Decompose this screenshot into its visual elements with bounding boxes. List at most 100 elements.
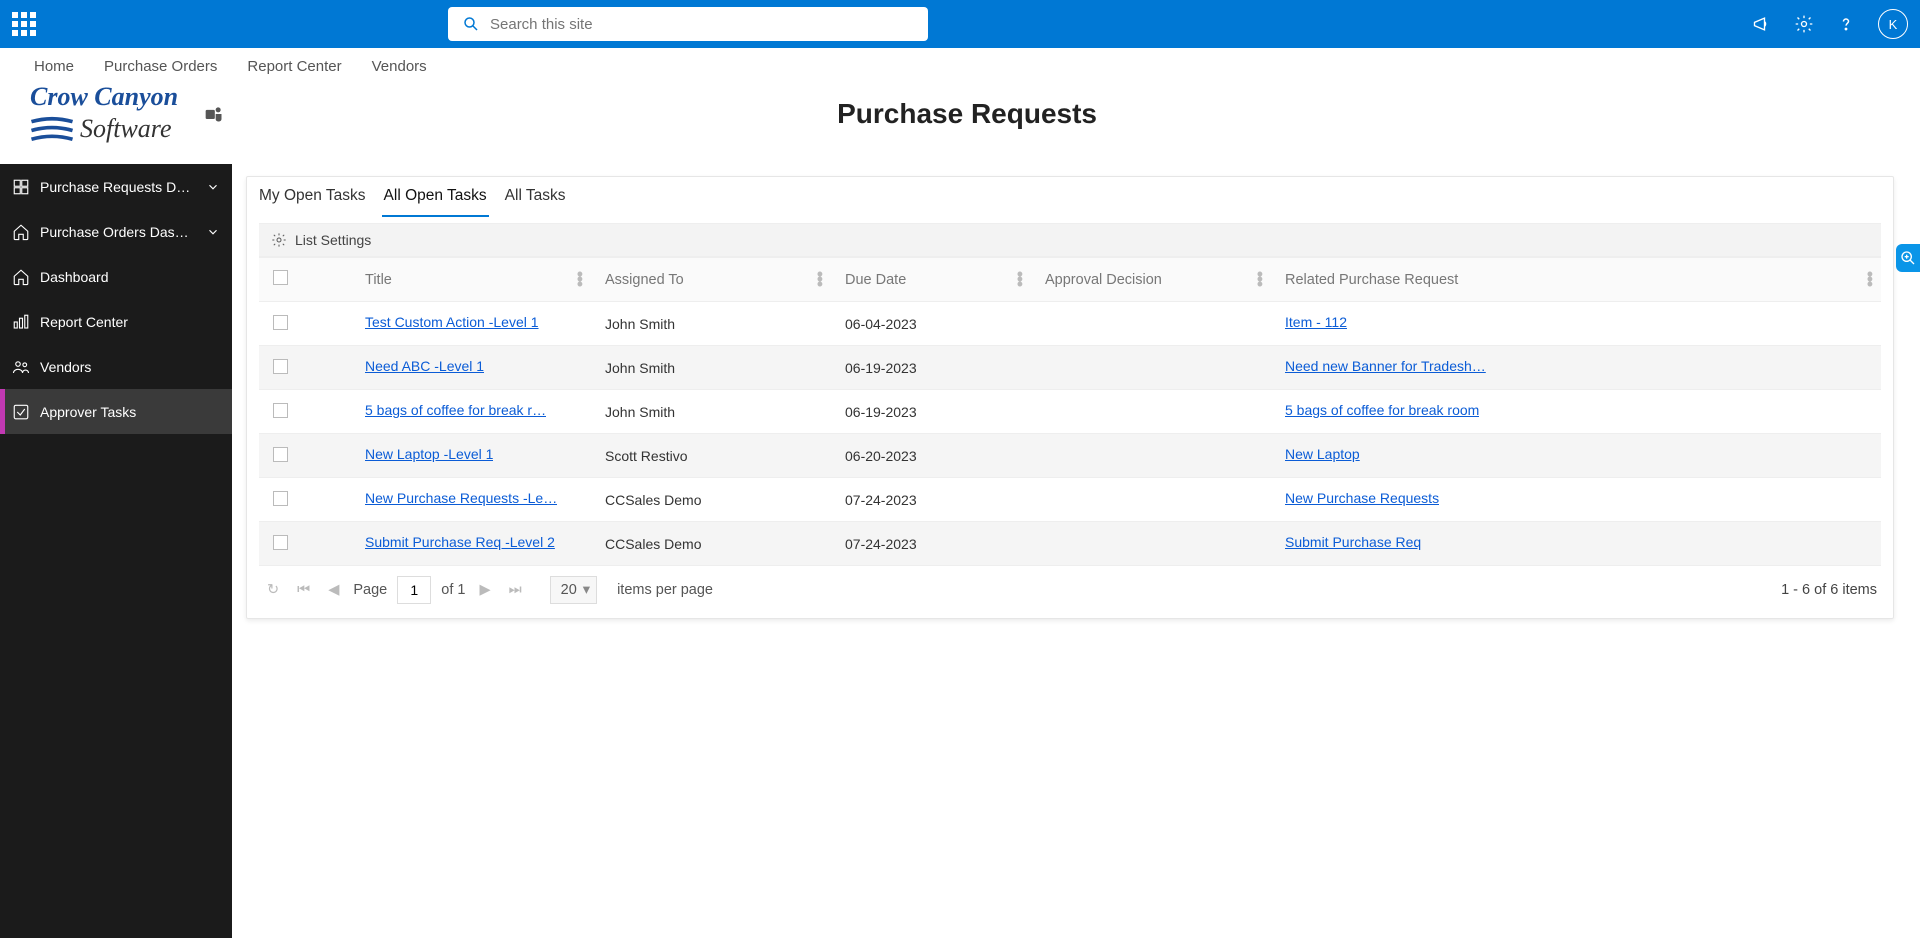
approval-decision-cell: [1031, 346, 1271, 390]
sidebar-item-approver-tasks[interactable]: Approver Tasks: [0, 389, 232, 434]
megaphone-icon[interactable]: [1752, 14, 1772, 34]
row-checkbox[interactable]: [273, 447, 288, 462]
table-row: Test Custom Action -Level 1John Smith06-…: [259, 302, 1881, 346]
last-page-icon[interactable]: ⏭: [505, 582, 526, 598]
related-request-link[interactable]: 5 bags of coffee for break room: [1285, 402, 1479, 418]
nav-purchase-orders[interactable]: Purchase Orders: [104, 58, 217, 75]
related-request-link[interactable]: New Purchase Requests: [1285, 490, 1439, 506]
sidebar-item-purchase-orders-dashboard[interactable]: Purchase Orders Dashbo: [0, 209, 232, 254]
sidebar-item-label: Vendors: [40, 359, 220, 375]
col-related-purchase-request[interactable]: Related Purchase Request•••: [1271, 258, 1881, 302]
app-launcher-icon[interactable]: [12, 12, 36, 36]
row-checkbox[interactable]: [273, 359, 288, 374]
page-number-input[interactable]: [397, 576, 431, 604]
checkbox-icon[interactable]: [273, 270, 288, 285]
site-nav: Home Purchase Orders Report Center Vendo…: [0, 48, 1920, 78]
table-header-row: Title••• Assigned To••• Due Date••• Appr…: [259, 258, 1881, 302]
nav-report-center[interactable]: Report Center: [247, 58, 341, 75]
task-title-link[interactable]: Need ABC -Level 1: [365, 358, 484, 374]
first-page-icon[interactable]: ⏮: [293, 582, 314, 598]
help-icon[interactable]: [1836, 14, 1856, 34]
row-checkbox[interactable]: [273, 535, 288, 550]
col-due-date[interactable]: Due Date•••: [831, 258, 1031, 302]
list-settings-bar[interactable]: List Settings: [259, 223, 1881, 257]
logo-text-2: Software: [80, 114, 171, 144]
list-settings-label: List Settings: [295, 232, 371, 248]
gear-icon[interactable]: [1794, 14, 1814, 34]
sidebar-item-label: Purchase Orders Dashbo: [40, 224, 196, 240]
column-menu-icon[interactable]: •••: [1867, 271, 1873, 287]
tasks-card: My Open Tasks All Open Tasks All Tasks L…: [246, 176, 1894, 619]
due-date-cell: 06-20-2023: [831, 434, 1031, 478]
task-title-link[interactable]: Submit Purchase Req -Level 2: [365, 534, 555, 550]
related-request-link[interactable]: Need new Banner for Tradesh…: [1285, 358, 1486, 374]
sidebar-item-dashboard[interactable]: Dashboard: [0, 254, 232, 299]
column-menu-icon[interactable]: •••: [1017, 271, 1023, 287]
people-icon: [12, 358, 30, 376]
sidebar-item-report-center[interactable]: Report Center: [0, 299, 232, 344]
content-area: My Open Tasks All Open Tasks All Tasks L…: [232, 164, 1920, 938]
table-row: New Laptop -Level 1 Scott Restivo06-20-20…: [259, 434, 1881, 478]
related-request-link[interactable]: Submit Purchase Req: [1285, 534, 1421, 550]
task-title-link[interactable]: New Purchase Requests -Le…: [365, 490, 557, 506]
sidebar-item-vendors[interactable]: Vendors: [0, 344, 232, 389]
assigned-to-cell: John Smith: [591, 302, 831, 346]
approval-decision-cell: [1031, 522, 1271, 566]
search-box[interactable]: [448, 7, 928, 41]
gear-icon: [271, 232, 287, 248]
column-menu-icon[interactable]: •••: [1257, 271, 1263, 287]
items-per-page-select[interactable]: 20 ▾: [550, 576, 597, 604]
teams-icon[interactable]: [204, 104, 224, 124]
task-title-link[interactable]: New Laptop -Level 1: [365, 446, 493, 462]
search-container: [448, 7, 928, 41]
task-title-link[interactable]: Test Custom Action -Level 1: [365, 314, 539, 330]
assigned-to-cell: John Smith: [591, 346, 831, 390]
col-approval-decision[interactable]: Approval Decision•••: [1031, 258, 1271, 302]
col-blank: [305, 258, 351, 302]
due-date-cell: 06-19-2023: [831, 390, 1031, 434]
next-page-icon[interactable]: ▶: [475, 582, 494, 598]
check-icon: [12, 403, 30, 421]
approval-decision-cell: [1031, 302, 1271, 346]
row-checkbox[interactable]: [273, 491, 288, 506]
assigned-to-cell: Scott Restivo: [591, 434, 831, 478]
row-checkbox[interactable]: [273, 315, 288, 330]
nav-home[interactable]: Home: [34, 58, 74, 75]
col-assigned-to[interactable]: Assigned To•••: [591, 258, 831, 302]
site-logo[interactable]: Crow Canyon Software: [30, 82, 178, 146]
related-request-link[interactable]: New Laptop: [1285, 446, 1360, 462]
page-title: Purchase Requests: [224, 98, 1890, 130]
prev-page-icon[interactable]: ◀: [324, 582, 343, 598]
home-icon: [12, 268, 30, 286]
tasks-tabbar: My Open Tasks All Open Tasks All Tasks: [247, 177, 1893, 217]
grid-icon: [12, 178, 30, 196]
row-checkbox[interactable]: [273, 403, 288, 418]
refresh-icon[interactable]: ↻: [263, 582, 283, 598]
column-menu-icon[interactable]: •••: [817, 271, 823, 287]
items-per-page-label: items per page: [617, 582, 713, 598]
task-title-link[interactable]: 5 bags of coffee for break r…: [365, 402, 546, 418]
caret-down-icon: ▾: [583, 582, 590, 598]
chevron-down-icon: [206, 225, 220, 239]
user-avatar[interactable]: K: [1878, 9, 1908, 39]
col-select-all[interactable]: [259, 258, 305, 302]
related-request-link[interactable]: Item - 112: [1285, 314, 1347, 330]
search-icon: [462, 15, 480, 33]
sidebar-item-label: Purchase Requests Dashb: [40, 179, 196, 195]
column-menu-icon[interactable]: •••: [577, 271, 583, 287]
due-date-cell: 06-19-2023: [831, 346, 1031, 390]
sidebar-item-purchase-requests-dashboard[interactable]: Purchase Requests Dashb: [0, 164, 232, 209]
help-float-badge[interactable]: [1896, 244, 1920, 272]
sidebar: Purchase Requests Dashb Purchase Orders …: [0, 164, 232, 938]
sidebar-item-label: Report Center: [40, 314, 220, 330]
tab-my-open-tasks[interactable]: My Open Tasks: [257, 187, 368, 217]
pager: ↻ ⏮ ◀ Page of 1 ▶ ⏭ 20 ▾ items per page …: [247, 566, 1893, 618]
nav-vendors[interactable]: Vendors: [372, 58, 427, 75]
tab-all-tasks[interactable]: All Tasks: [503, 187, 568, 217]
approval-decision-cell: [1031, 390, 1271, 434]
page-suffix-label: of 1: [441, 582, 465, 598]
search-input[interactable]: [480, 16, 914, 33]
tab-all-open-tasks[interactable]: All Open Tasks: [382, 187, 489, 217]
col-title[interactable]: Title•••: [351, 258, 591, 302]
assigned-to-cell: CCSales Demo: [591, 522, 831, 566]
